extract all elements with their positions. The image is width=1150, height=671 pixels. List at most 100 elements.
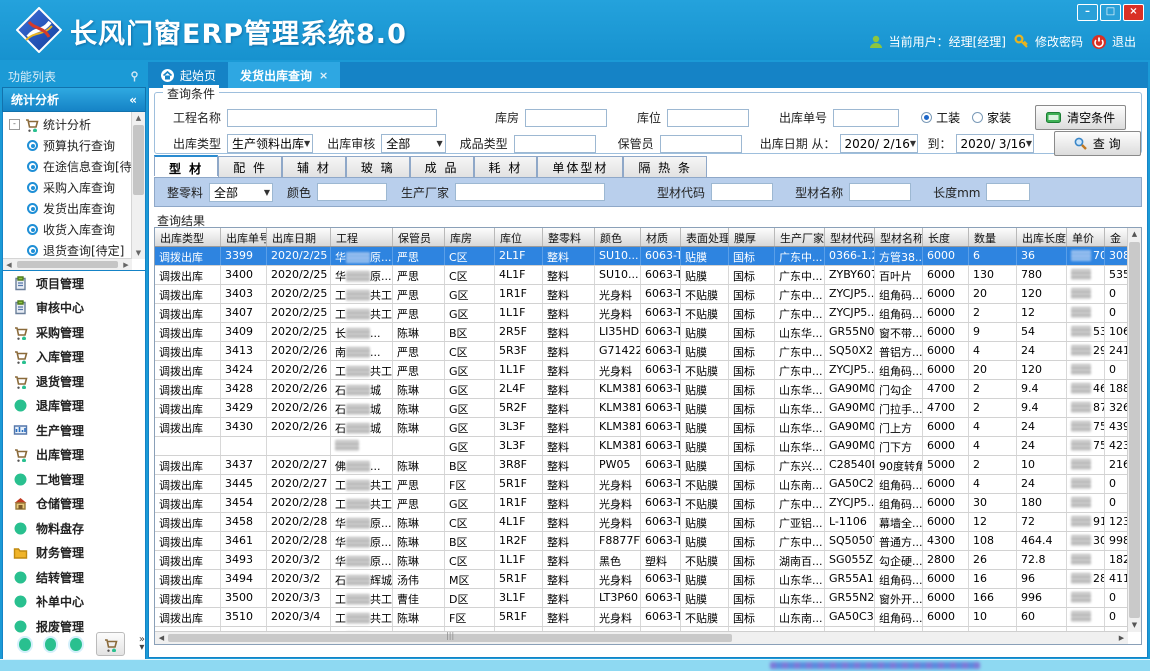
sidebar-section-header[interactable]: 统计分析 « bbox=[2, 87, 146, 112]
color-input[interactable] bbox=[317, 183, 387, 201]
column-header[interactable]: 型材代码 bbox=[825, 228, 875, 246]
table-row[interactable]: 调拨出库34302020/2/26石城陈琳G区3L3F整料KLM38176063… bbox=[155, 418, 1128, 437]
column-header[interactable]: 膜厚 bbox=[729, 228, 775, 246]
table-row[interactable]: 调拨出库34542020/2/28工共工程严思G区1R1F整料光身料6063-T… bbox=[155, 494, 1128, 513]
table-row[interactable]: 调拨出库35102020/3/4工共工程陈琳F区5R1F整料光身料6063-T5… bbox=[155, 608, 1128, 627]
sidebar-item-6[interactable]: 退库管理 bbox=[3, 394, 145, 419]
location-input[interactable] bbox=[667, 109, 749, 127]
order-no-input[interactable] bbox=[833, 109, 899, 127]
tree-root-item[interactable]: -统计分析 bbox=[3, 114, 132, 135]
warehouse-input[interactable] bbox=[525, 109, 607, 127]
change-password-button[interactable]: 修改密码 bbox=[1014, 33, 1083, 50]
sidebar-item-4[interactable]: 入库管理 bbox=[3, 345, 145, 370]
column-header[interactable]: 长度 bbox=[923, 228, 969, 246]
tree-item-6[interactable]: 退货查询[待定] bbox=[3, 240, 132, 259]
grid-horizontal-scrollbar[interactable]: ◀ ▶ bbox=[155, 631, 1128, 644]
sidebar-item-9[interactable]: 工地管理 bbox=[3, 467, 145, 492]
close-button[interactable]: × bbox=[1123, 4, 1144, 21]
column-header[interactable]: 整零料 bbox=[543, 228, 595, 246]
table-row[interactable]: 调拨出库34942020/3/2石辉城汤伟M区5R1F整料光身料6063-T5贴… bbox=[155, 570, 1128, 589]
table-row[interactable]: 调拨出库34932020/3/2华原...陈琳C区1L1F整料黑色塑料不贴膜国标… bbox=[155, 551, 1128, 570]
material-tab-1[interactable]: 型 材 bbox=[154, 155, 218, 176]
sidebar-item-11[interactable]: 物料盘存 bbox=[3, 516, 145, 541]
column-header[interactable]: 型材名称 bbox=[875, 228, 923, 246]
scroll-down-icon[interactable]: ▼ bbox=[132, 247, 145, 259]
column-header[interactable]: 单价 bbox=[1067, 228, 1105, 246]
material-tab-7[interactable]: 单体型材 bbox=[537, 156, 623, 177]
sidebar-item-13[interactable]: 结转管理 bbox=[3, 565, 145, 590]
table-row[interactable]: 调拨出库34612020/2/28华原...陈琳B区1R2F整料F8877FT6… bbox=[155, 532, 1128, 551]
sidebar-item-12[interactable]: 财务管理 bbox=[3, 541, 145, 566]
radio-gongzhuang[interactable]: 工装 bbox=[921, 109, 960, 126]
tree-item-4[interactable]: 发货出库查询 bbox=[3, 198, 132, 219]
table-row[interactable]: 调拨出库34292020/2/26石城陈琳G区5R2F整料KLM38176063… bbox=[155, 399, 1128, 418]
material-tab-8[interactable]: 隔 热 条 bbox=[623, 156, 707, 177]
tree-item-1[interactable]: 预算执行查询 bbox=[3, 135, 132, 156]
maximize-button[interactable]: □ bbox=[1100, 4, 1121, 21]
tree-horizontal-scrollbar[interactable]: ◀ ▶ bbox=[3, 258, 132, 270]
table-row[interactable]: 调拨出库34132020/2/26南...严思C区5R3F整料G71422606… bbox=[155, 342, 1128, 361]
scroll-down-icon[interactable]: ▼ bbox=[1128, 619, 1141, 632]
sidebar-item-10[interactable]: 仓储管理 bbox=[3, 492, 145, 517]
grid-vertical-scrollbar[interactable]: ▲ ▼ bbox=[1127, 228, 1141, 632]
tree-item-2[interactable]: 在途信息查询[待 bbox=[3, 156, 132, 177]
sidebar-item-2[interactable]: 审核中心 bbox=[3, 296, 145, 321]
column-header[interactable]: 保管员 bbox=[393, 228, 445, 246]
column-header[interactable]: 材质 bbox=[641, 228, 681, 246]
table-row[interactable]: 调拨出库34582020/2/28华原...陈琳C区4L1F整料光身料6063-… bbox=[155, 513, 1128, 532]
tree-item-3[interactable]: 采购入库查询 bbox=[3, 177, 132, 198]
column-header[interactable]: 库位 bbox=[495, 228, 543, 246]
scrollbar-thumb[interactable] bbox=[168, 634, 732, 642]
doc-tab-2[interactable]: 发货出库查询× bbox=[228, 62, 340, 88]
minimize-button[interactable]: – bbox=[1077, 4, 1098, 21]
scroll-up-icon[interactable]: ▲ bbox=[132, 112, 145, 124]
column-header[interactable]: 库房 bbox=[445, 228, 495, 246]
scroll-left-icon[interactable]: ◀ bbox=[155, 634, 168, 642]
tab-close-icon[interactable]: × bbox=[319, 69, 328, 82]
column-header[interactable]: 出库单号 bbox=[221, 228, 267, 246]
scroll-right-icon[interactable]: ▶ bbox=[120, 261, 132, 269]
menu-dot-icon[interactable] bbox=[70, 638, 82, 651]
column-header[interactable]: 出库类型 bbox=[155, 228, 221, 246]
material-tab-4[interactable]: 玻 璃 bbox=[346, 156, 410, 177]
column-header[interactable]: 金 bbox=[1105, 228, 1128, 246]
column-header[interactable]: 颜色 bbox=[595, 228, 641, 246]
search-button[interactable]: 查 询 bbox=[1054, 131, 1141, 156]
table-row[interactable]: 调拨出库34282020/2/26石城陈琳G区2L4F整料KLM38176063… bbox=[155, 380, 1128, 399]
code-input[interactable] bbox=[711, 183, 773, 201]
collapse-icon[interactable]: « bbox=[129, 93, 137, 107]
material-tab-2[interactable]: 配 件 bbox=[218, 156, 282, 177]
sidebar-item-1[interactable]: 项目管理 bbox=[3, 271, 145, 296]
product-type-input[interactable] bbox=[514, 135, 596, 153]
material-tab-3[interactable]: 辅 材 bbox=[282, 156, 346, 177]
audit-select[interactable]: 全部▼ bbox=[381, 134, 445, 153]
table-row[interactable]: 调拨出库34452020/2/27工共工程严思F区5R1F整料光身料6063-T… bbox=[155, 475, 1128, 494]
table-row[interactable]: G区3L3F整料KLM38176063-T5贴膜国标山东华...GA90M09.… bbox=[155, 437, 1128, 456]
radio-jiazhuang[interactable]: 家装 bbox=[972, 109, 1011, 126]
date-to-picker[interactable]: 2020/ 3/16▼ bbox=[956, 134, 1034, 153]
column-header[interactable]: 出库日期 bbox=[267, 228, 331, 246]
whole-part-select[interactable]: 全部▼ bbox=[209, 183, 273, 202]
keeper-input[interactable] bbox=[660, 135, 742, 153]
table-row[interactable]: 调拨出库34072020/2/25工共工程严思G区1L1F整料光身料6063-T… bbox=[155, 304, 1128, 323]
project-name-input[interactable] bbox=[227, 109, 437, 127]
tree-expander-icon[interactable]: - bbox=[9, 119, 20, 130]
menu-dot-icon[interactable] bbox=[19, 638, 31, 651]
table-row[interactable]: 调拨出库34242020/2/26工共工程严思G区1L1F整料光身料6063-T… bbox=[155, 361, 1128, 380]
column-header[interactable]: 表面处理 bbox=[681, 228, 729, 246]
pin-icon[interactable] bbox=[129, 71, 140, 82]
menu-dot-icon[interactable] bbox=[45, 638, 57, 651]
out-type-select[interactable]: 生产领料出库▼ bbox=[227, 134, 313, 153]
name-input[interactable] bbox=[849, 183, 911, 201]
sidebar-item-14[interactable]: 补单中心 bbox=[3, 590, 145, 615]
sidebar-item-7[interactable]: 生产管理 bbox=[3, 418, 145, 443]
sidebar-item-3[interactable]: 采购管理 bbox=[3, 320, 145, 345]
maker-input[interactable] bbox=[455, 183, 605, 201]
table-row[interactable]: 调拨出库34092020/2/25长...陈琳B区2R5F整料LI35HD606… bbox=[155, 323, 1128, 342]
scroll-up-icon[interactable]: ▲ bbox=[1128, 228, 1141, 241]
tree-vertical-scrollbar[interactable]: ▲ ▼ bbox=[131, 112, 145, 259]
column-header[interactable]: 出库长度 bbox=[1017, 228, 1067, 246]
logout-button[interactable]: 退出 bbox=[1091, 33, 1136, 50]
tree-item-5[interactable]: 收货入库查询 bbox=[3, 219, 132, 240]
scroll-right-icon[interactable]: ▶ bbox=[1115, 634, 1128, 642]
